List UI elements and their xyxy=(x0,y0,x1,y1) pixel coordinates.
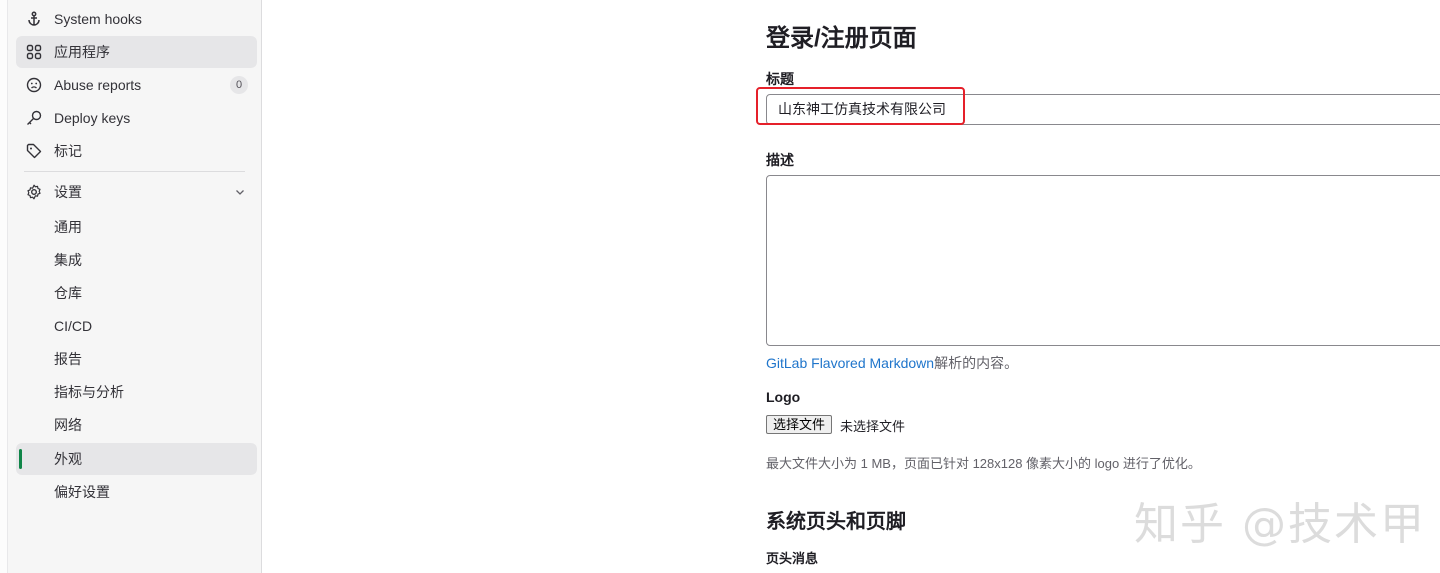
sidebar-item-label: 应用程序 xyxy=(54,44,110,60)
markdown-help: GitLab Flavored Markdown解析的内容。 xyxy=(766,353,1018,373)
highlight-box xyxy=(756,87,965,125)
sidebar-subitem-repository[interactable]: 仓库 xyxy=(16,277,257,309)
sidebar-subitem-preferences[interactable]: 偏好设置 xyxy=(16,476,257,508)
sidebar-subitem-network[interactable]: 网络 xyxy=(16,409,257,441)
title-label: 标题 xyxy=(766,71,794,87)
sidebar-item-labels[interactable]: 标记 xyxy=(16,135,257,167)
admin-sidebar: System hooks 应用程序 Abuse reports 0 Deploy… xyxy=(0,0,262,573)
sidebar-item-label: Deploy keys xyxy=(54,110,131,126)
description-label: 描述 xyxy=(766,152,794,168)
markdown-help-suffix: 解析的内容。 xyxy=(934,355,1019,371)
sidebar-edge xyxy=(0,0,8,573)
sidebar-divider xyxy=(24,171,245,172)
sidebar-subitem-label: 偏好设置 xyxy=(54,484,110,500)
anchor-icon xyxy=(28,11,40,26)
sidebar-subitem-label: 集成 xyxy=(54,252,82,268)
description-textarea[interactable] xyxy=(766,175,1440,346)
file-status: 未选择文件 xyxy=(840,419,906,434)
sidebar-item-label: Abuse reports xyxy=(54,77,142,93)
sidebar-item-label: 标记 xyxy=(54,143,82,159)
key-icon xyxy=(27,110,42,125)
choose-file-button[interactable]: 选择文件 xyxy=(766,415,833,434)
sidebar-item-deploy-keys[interactable]: Deploy keys xyxy=(16,102,257,134)
sidebar-subitem-label: 通用 xyxy=(54,219,82,235)
sidebar-subitem-reporting[interactable]: 报告 xyxy=(16,343,257,375)
chevron-down-icon[interactable] xyxy=(233,185,247,199)
logo-label: Logo xyxy=(766,389,801,405)
sidebar-item-label: System hooks xyxy=(54,11,142,27)
emoji-icon xyxy=(26,77,42,93)
sidebar-item-label: 设置 xyxy=(54,184,82,200)
sidebar-subitem-metrics[interactable]: 指标与分析 xyxy=(16,376,257,408)
header-footer-title: 系统页头和页脚 xyxy=(766,511,906,533)
sidebar-item-settings[interactable]: 设置 xyxy=(16,176,257,208)
sidebar-subitem-label: 报告 xyxy=(54,351,82,367)
applications-icon xyxy=(26,44,42,60)
sidebar-subitem-label: 指标与分析 xyxy=(54,384,124,400)
tag-icon xyxy=(26,143,42,159)
gear-icon xyxy=(27,184,41,200)
sidebar-subitem-label: 外观 xyxy=(54,451,82,467)
active-marker xyxy=(19,449,22,469)
sidebar-item-applications[interactable]: 应用程序 xyxy=(16,36,257,68)
sidebar-item-system-hooks[interactable]: System hooks xyxy=(16,3,257,35)
sidebar-item-abuse-reports[interactable]: Abuse reports 0 xyxy=(16,69,257,101)
sidebar-subitem-label: CI/CD xyxy=(54,318,93,334)
header-message-label: 页头消息 xyxy=(766,551,819,566)
sidebar-subitem-label: 仓库 xyxy=(54,285,82,301)
logo-help: 最大文件大小为 1 MB，页面已针对 128x128 像素大小的 logo 进行… xyxy=(766,456,1201,471)
sidebar-subitem-appearance[interactable]: 外观 xyxy=(16,443,257,475)
sidebar-subitem-label: 网络 xyxy=(54,417,82,433)
watermark: 知乎 @技术甲 xyxy=(1134,499,1426,550)
sidebar-subitem-general[interactable]: 通用 xyxy=(16,211,257,243)
markdown-link[interactable]: GitLab Flavored Markdown xyxy=(766,355,934,371)
sidebar-subitem-integrations[interactable]: 集成 xyxy=(16,244,257,276)
section-title: 登录/注册页面 xyxy=(766,25,917,52)
sidebar-subitem-ci-cd[interactable]: CI/CD xyxy=(16,310,257,342)
count-badge: 0 xyxy=(230,76,248,94)
